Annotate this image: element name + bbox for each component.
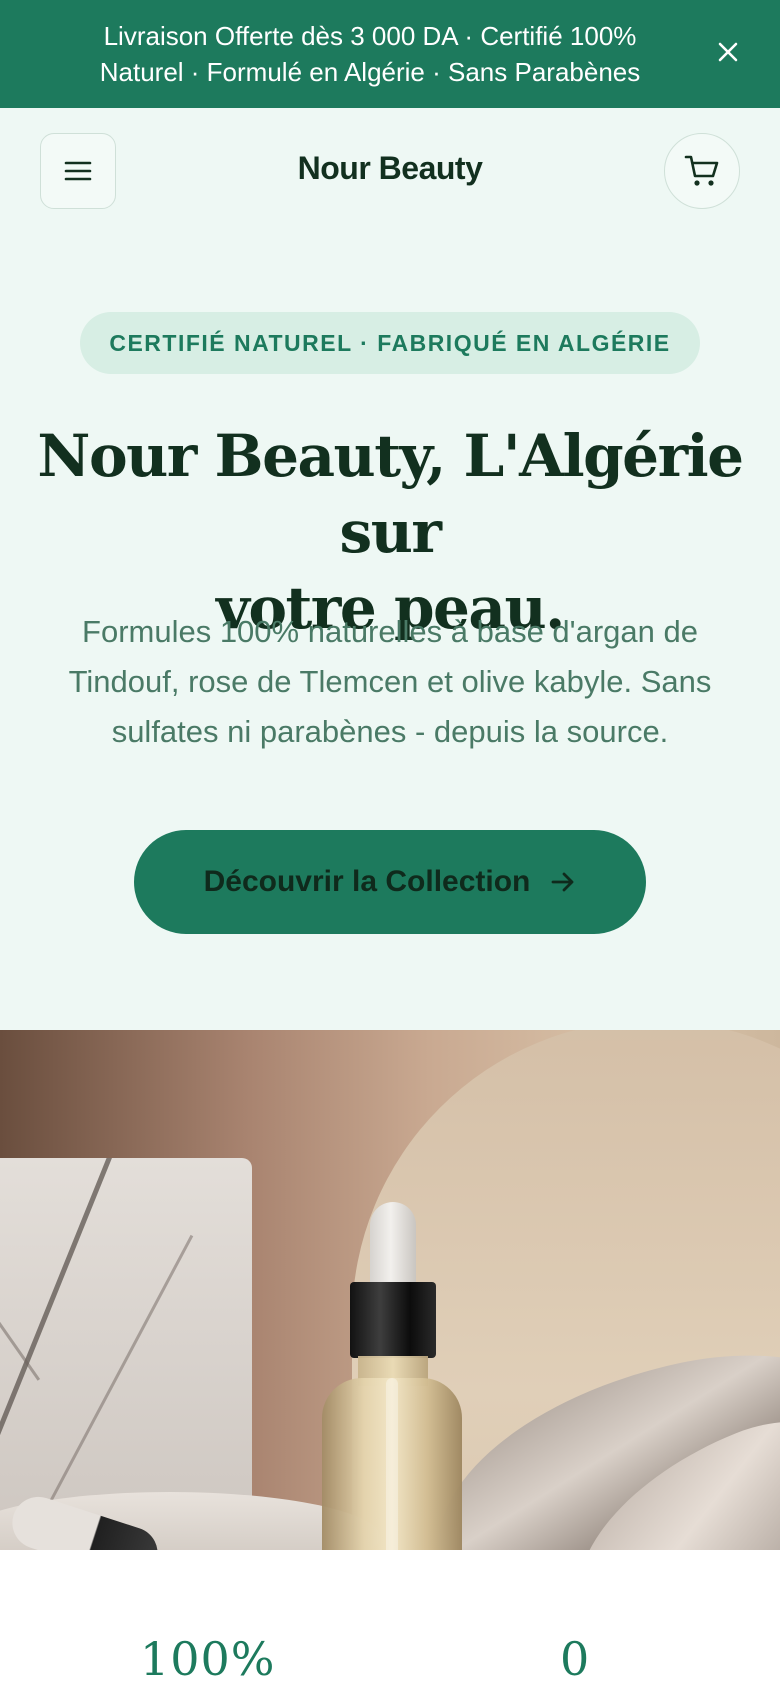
cta-label: Découvrir la Collection bbox=[203, 865, 531, 898]
close-announcement-button[interactable] bbox=[712, 36, 744, 68]
close-icon bbox=[718, 42, 738, 62]
site-header: Nour Beauty bbox=[0, 108, 780, 233]
hero-subtitle-line-2: Tindouf, rose de Tlemcen et olive kabyle… bbox=[68, 664, 712, 699]
serum-bottle bbox=[322, 1030, 462, 1550]
hero-subtitle-line-1: Formules 100% naturelles à base d'argan … bbox=[82, 614, 698, 649]
discover-collection-button[interactable]: Découvrir la Collection bbox=[134, 830, 646, 934]
certification-badge: CERTIFIÉ NATUREL · FABRIQUÉ EN ALGÉRIE bbox=[80, 312, 700, 374]
announcement-bar: Livraison Offerte dès 3 000 DA · Certifi… bbox=[0, 0, 780, 108]
hero-title-line-1: Nour Beauty, L'Algérie sur bbox=[37, 422, 744, 566]
announcement-line-1: Livraison Offerte dès 3 000 DA · Certifi… bbox=[103, 21, 637, 51]
announcement-text: Livraison Offerte dès 3 000 DA · Certifi… bbox=[40, 18, 700, 90]
marble-block bbox=[0, 1158, 252, 1518]
stat-natural-percent: 100% bbox=[140, 1632, 276, 1686]
arrow-right-icon bbox=[551, 872, 574, 892]
stat-zero: 0 bbox=[560, 1632, 591, 1686]
menu-button[interactable] bbox=[40, 133, 116, 209]
announcement-line-2: Naturel · Formulé en Algérie · Sans Para… bbox=[99, 57, 641, 87]
hero-subtitle-line-3: sulfates ni parabènes - depuis la source… bbox=[111, 714, 669, 749]
hamburger-menu-icon bbox=[64, 161, 92, 181]
hero-product-image bbox=[0, 1030, 780, 1550]
brand-logo[interactable]: Nour Beauty bbox=[190, 150, 590, 187]
hero-subtitle: Formules 100% naturelles à base d'argan … bbox=[50, 607, 730, 757]
shopping-cart-icon bbox=[684, 155, 719, 186]
stats-section: 100% 0 bbox=[0, 1550, 780, 1688]
cart-button[interactable] bbox=[664, 133, 740, 209]
